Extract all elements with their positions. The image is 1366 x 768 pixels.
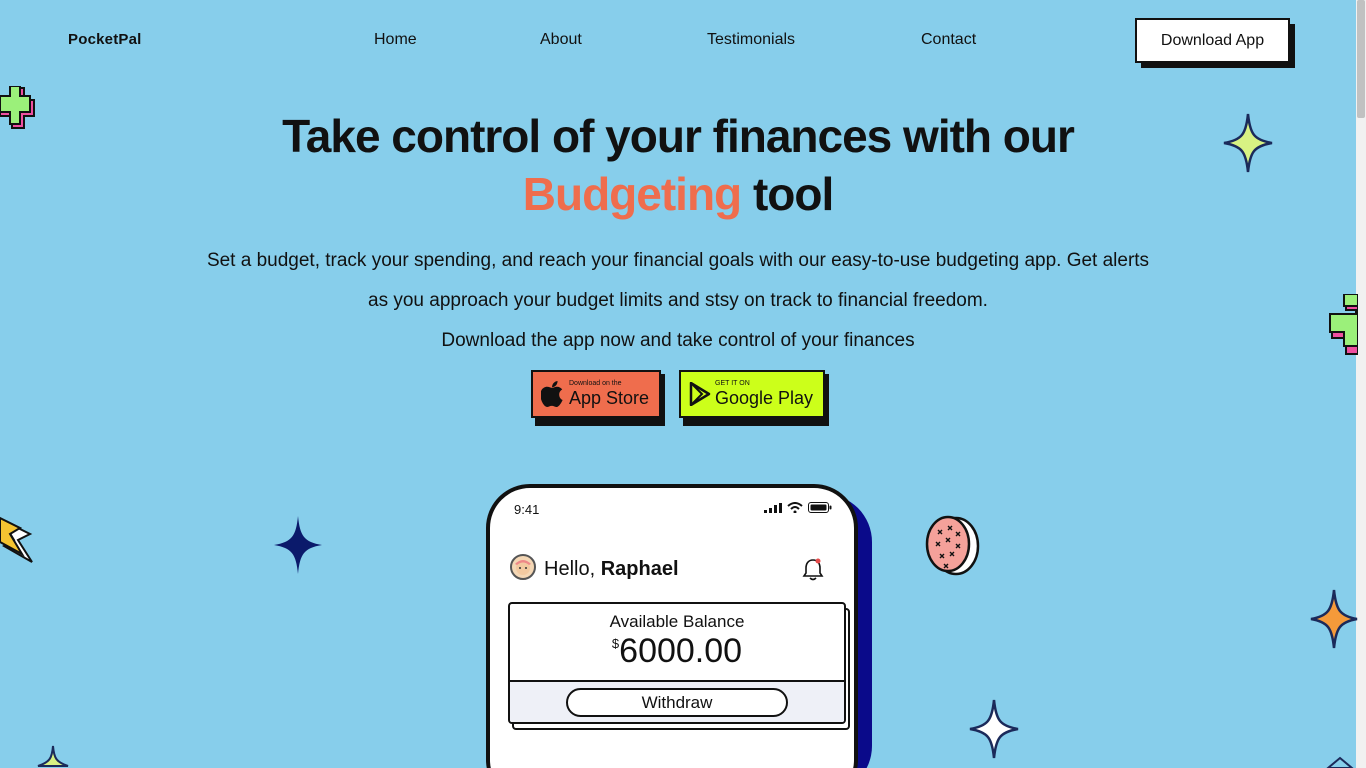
hero-description-line1: Set a budget, track your spending, and r… [206,250,1150,271]
play-store-icon [689,382,711,406]
balance-card-footer: Withdraw [510,680,844,722]
sparkle-icon-navy [274,516,322,574]
download-app-button[interactable]: Download App [1135,18,1290,63]
download-app-wrapper: Download App [1135,18,1295,68]
nav-contact[interactable]: Contact [921,31,976,49]
apple-icon [541,381,563,407]
hero-cta-text: Download the app now and take control of… [441,330,915,351]
bell-icon[interactable] [802,556,824,582]
balance-amount: $6000.00 [510,632,844,671]
google-play-small-label: GET IT ON [715,380,750,387]
nav-testimonials[interactable]: Testimonials [707,31,795,49]
sparkle-icon-orange [1310,589,1358,649]
status-icons [764,502,832,513]
pixel-plus-icon-left [0,86,35,129]
balance-value: 6000.00 [619,632,743,670]
hero-title-accent: Budgeting [522,168,742,220]
greeting: Hello, Raphael [544,558,679,581]
app-store-button[interactable]: Download on the App Store [531,370,661,418]
pixel-plus-icon-right [1329,294,1358,355]
sparkle-icon-white [969,699,1019,759]
hero-description-line2: as you approach your budget limits and s… [368,290,988,311]
logo[interactable]: PocketPal [68,31,142,48]
hero-title-line2: Budgeting tool [0,166,1356,222]
coin-icon [925,515,980,576]
app-store-wrapper: Download on the App Store [531,370,665,426]
app-store-small-label: Download on the [569,380,622,387]
lightning-icon [0,516,33,563]
balance-card: Available Balance $6000.00 Withdraw [508,602,846,724]
avatar-face-icon [515,560,531,575]
hero-title: Take control of your finances with our [0,108,1356,164]
status-time: 9:41 [514,502,540,517]
greeting-text: Hello, [544,558,596,580]
battery-icon [808,502,832,513]
withdraw-button[interactable]: Withdraw [566,688,788,717]
hero-title-line1: Take control of your finances with our [282,110,1075,162]
hero-title-end: tool [752,168,834,220]
google-play-wrapper: GET IT ON Google Play [679,370,829,426]
scrollbar-thumb[interactable] [1357,0,1365,118]
sparkle-icon-bottom-right [1326,756,1354,768]
currency-symbol: $ [611,636,620,651]
signal-icon [764,502,782,513]
user-name: Raphael [600,558,679,580]
sparkle-icon-bottom-left [37,745,69,767]
nav-about[interactable]: About [540,31,582,49]
google-play-button[interactable]: GET IT ON Google Play [679,370,825,418]
nav-home[interactable]: Home [374,31,417,49]
wifi-icon [787,502,803,513]
google-play-label: Google Play [715,388,814,408]
sparkle-icon-lime [1223,113,1273,173]
balance-label: Available Balance [609,612,745,631]
avatar[interactable] [510,554,536,580]
phone-mockup: 9:41 Hello, Raphael Available Balance $6… [486,484,858,768]
app-store-label: App Store [569,388,650,408]
